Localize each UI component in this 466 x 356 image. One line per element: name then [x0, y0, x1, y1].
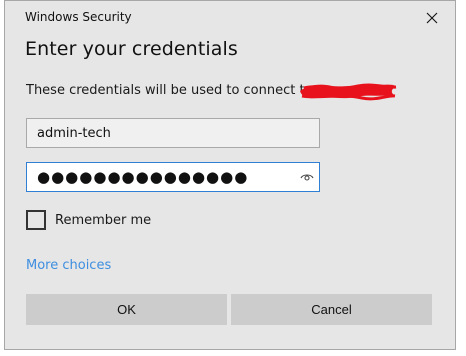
- credentials-dialog: Windows Security Enter your credentials …: [4, 0, 456, 350]
- remember-me-row[interactable]: Remember me: [26, 209, 151, 231]
- close-button[interactable]: [421, 7, 443, 29]
- username-field[interactable]: [26, 118, 320, 148]
- more-choices-link[interactable]: More choices: [26, 258, 111, 273]
- description-text: These credentials will be used to connec…: [26, 83, 313, 98]
- description-row: These credentials will be used to connec…: [26, 83, 436, 103]
- remember-me-checkbox[interactable]: [26, 210, 46, 230]
- remember-me-label: Remember me: [55, 212, 152, 228]
- password-field[interactable]: [26, 162, 320, 192]
- reveal-password-button[interactable]: [298, 169, 316, 185]
- title-bar: Windows Security: [5, 1, 455, 31]
- redaction-mark: [300, 83, 397, 101]
- cancel-button[interactable]: Cancel: [231, 294, 432, 325]
- eye-icon: [300, 174, 314, 181]
- ok-button[interactable]: OK: [26, 294, 227, 325]
- close-icon: [426, 12, 438, 24]
- window-title: Windows Security: [25, 10, 132, 24]
- dialog-heading: Enter your credentials: [25, 38, 238, 60]
